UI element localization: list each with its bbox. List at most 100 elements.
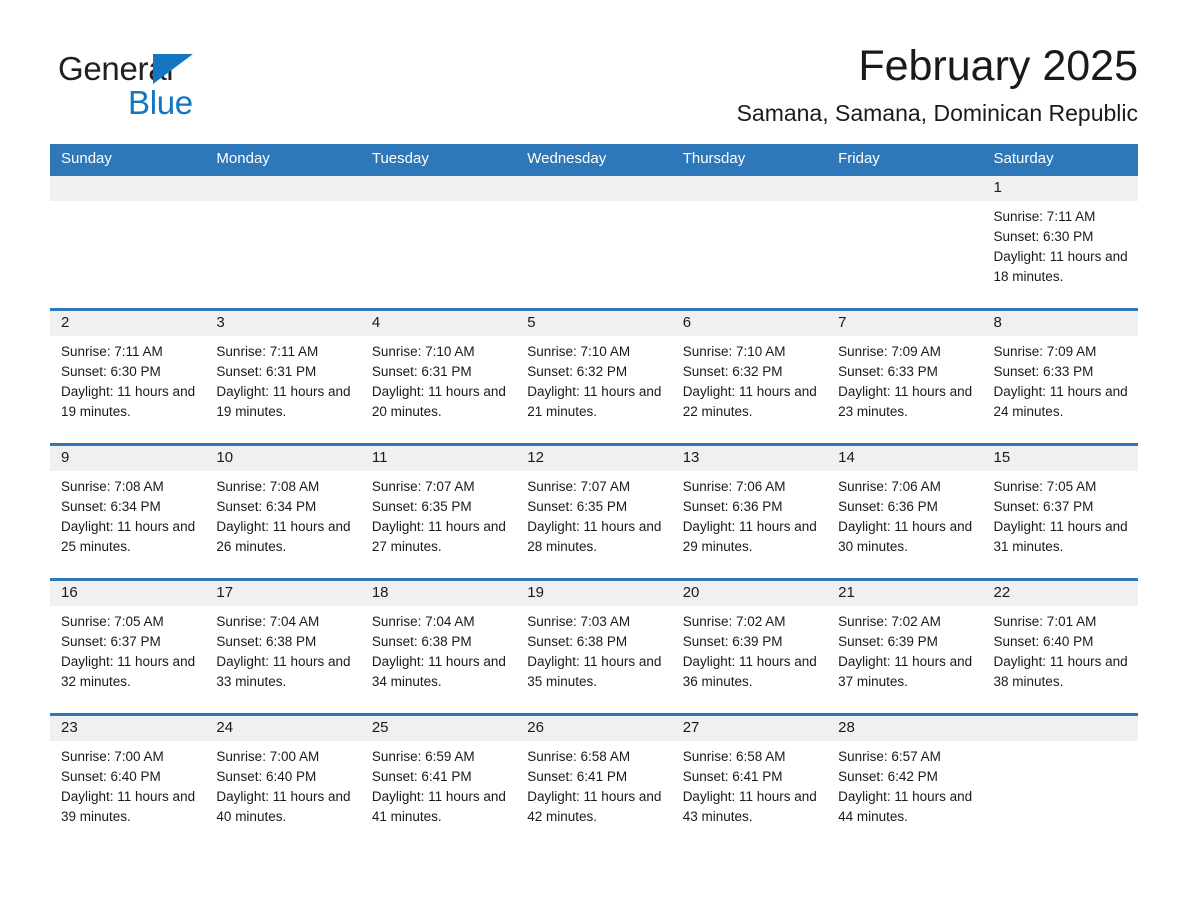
calendar-day-cell[interactable]: 18 Sunrise: 7:04 AM Sunset: 6:38 PM Dayligh… (360, 579, 517, 716)
day-cell: 16 Sunrise: 7:05 AM Sunset: 6:37 PM Dayligh… (50, 580, 206, 713)
weekday-header-tuesday: Tuesday (360, 144, 517, 176)
day-number: 10 (205, 445, 361, 471)
calendar-day-cell[interactable]: 11 Sunrise: 7:07 AM Sunset: 6:35 PM Dayligh… (360, 444, 517, 581)
day-number (360, 175, 517, 201)
day-sun-info: Sunrise: 6:57 AM Sunset: 6:42 PM Daylight:… (827, 741, 982, 827)
sunset-text: Sunset: 6:35 PM (527, 499, 628, 515)
sunset-text: Sunset: 6:31 PM (371, 364, 472, 380)
sunset-text: Sunset: 6:38 PM (371, 634, 472, 650)
calendar-day-cell[interactable]: 26 Sunrise: 6:58 AM Sunset: 6:41 PM Dayligh… (516, 714, 672, 848)
day-sun-info: Sunrise: 7:08 AM Sunset: 6:34 PM Daylight:… (50, 471, 205, 557)
sunrise-text: Sunrise: 6:59 AM (371, 748, 475, 764)
sunrise-text: Sunrise: 7:06 AM (682, 478, 786, 494)
page-header: General Blue February 2025 Samana, Saman… (50, 0, 1138, 126)
sunrise-text: Sunrise: 7:08 AM (61, 478, 164, 494)
sunrise-text: Sunrise: 7:07 AM (371, 478, 475, 494)
calendar-day-cell[interactable]: 3 Sunrise: 7:11 AM Sunset: 6:31 PM Daylight… (205, 309, 361, 446)
day-cell: 15 Sunrise: 7:05 AM Sunset: 6:37 PM Dayligh… (982, 445, 1138, 578)
calendar-day-cell[interactable]: 27 Sunrise: 6:58 AM Sunset: 6:41 PM Dayligh… (671, 714, 828, 848)
sunrise-text: Sunrise: 7:00 AM (216, 748, 320, 764)
calendar-day-cell[interactable]: 25 Sunrise: 6:59 AM Sunset: 6:41 PM Dayligh… (360, 714, 517, 848)
day-number (205, 175, 361, 201)
day-cell: 24 Sunrise: 7:00 AM Sunset: 6:40 PM Dayligh… (205, 715, 361, 848)
calendar-day-cell (516, 175, 672, 311)
sunrise-sunset-calendar: Sunday Monday Tuesday Wednesday Thursday… (50, 144, 1138, 848)
day-number (50, 175, 206, 201)
calendar-day-cell[interactable]: 13 Sunrise: 7:06 AM Sunset: 6:36 PM Dayligh… (671, 444, 828, 581)
calendar-day-cell[interactable]: 23 Sunrise: 7:00 AM Sunset: 6:40 PM Dayligh… (50, 714, 206, 848)
day-cell: 21 Sunrise: 7:02 AM Sunset: 6:39 PM Dayligh… (827, 580, 983, 713)
day-cell: 20 Sunrise: 7:02 AM Sunset: 6:39 PM Dayligh… (671, 580, 828, 713)
sunrise-text: Sunrise: 7:11 AM (993, 208, 1096, 224)
day-number: 14 (827, 445, 983, 471)
sunset-text: Sunset: 6:33 PM (838, 364, 938, 380)
calendar-day-cell[interactable]: 4 Sunrise: 7:10 AM Sunset: 6:31 PM Daylight… (360, 309, 517, 446)
sunset-text: Sunset: 6:32 PM (682, 364, 783, 380)
calendar-day-cell[interactable]: 10 Sunrise: 7:08 AM Sunset: 6:34 PM Dayligh… (205, 444, 361, 581)
calendar-day-cell[interactable]: 20 Sunrise: 7:02 AM Sunset: 6:39 PM Dayligh… (671, 579, 828, 716)
calendar-day-cell[interactable]: 6 Sunrise: 7:10 AM Sunset: 6:32 PM Daylight… (671, 309, 828, 446)
weekday-header-monday: Monday (205, 144, 361, 176)
day-number: 7 (827, 310, 983, 336)
daylight-text: Daylight: 11 hours and 36 minutes. (682, 654, 817, 690)
calendar-day-cell[interactable]: 16 Sunrise: 7:05 AM Sunset: 6:37 PM Dayligh… (50, 579, 206, 716)
day-sun-info: Sunrise: 6:58 AM Sunset: 6:41 PM Daylight:… (516, 741, 671, 827)
sunset-text: Sunset: 6:40 PM (993, 634, 1094, 650)
day-cell-empty (827, 175, 983, 308)
sunset-text: Sunset: 6:36 PM (838, 499, 938, 515)
day-number: 18 (360, 580, 517, 606)
sunset-text: Sunset: 6:30 PM (61, 364, 161, 380)
sunset-text: Sunset: 6:38 PM (527, 634, 628, 650)
calendar-day-cell[interactable]: 28 Sunrise: 6:57 AM Sunset: 6:42 PM Dayligh… (827, 714, 983, 848)
calendar-day-cell[interactable]: 5 Sunrise: 7:10 AM Sunset: 6:32 PM Daylight… (516, 309, 672, 446)
calendar-day-cell[interactable]: 21 Sunrise: 7:02 AM Sunset: 6:39 PM Dayligh… (827, 579, 983, 716)
calendar-day-cell[interactable]: 24 Sunrise: 7:00 AM Sunset: 6:40 PM Dayligh… (205, 714, 361, 848)
day-cell: 2 Sunrise: 7:11 AM Sunset: 6:30 PM Daylight… (50, 310, 206, 443)
calendar-day-cell[interactable]: 2 Sunrise: 7:11 AM Sunset: 6:30 PM Daylight… (50, 309, 206, 446)
day-sun-info: Sunrise: 7:08 AM Sunset: 6:34 PM Daylight:… (205, 471, 360, 557)
daylight-text: Daylight: 11 hours and 31 minutes. (993, 519, 1128, 555)
generalblue-logo: General Blue (50, 42, 280, 121)
day-cell-empty (516, 175, 672, 308)
sunrise-text: Sunrise: 7:05 AM (993, 478, 1097, 494)
day-cell: 5 Sunrise: 7:10 AM Sunset: 6:32 PM Daylight… (516, 310, 672, 443)
calendar-day-cell[interactable]: 22 Sunrise: 7:01 AM Sunset: 6:40 PM Dayligh… (982, 579, 1138, 716)
calendar-day-cell[interactable]: 19 Sunrise: 7:03 AM Sunset: 6:38 PM Dayligh… (516, 579, 672, 716)
daylight-text: Daylight: 11 hours and 33 minutes. (216, 654, 351, 690)
day-number: 26 (516, 715, 672, 741)
day-cell: 6 Sunrise: 7:10 AM Sunset: 6:32 PM Daylight… (671, 310, 828, 443)
day-cell: 13 Sunrise: 7:06 AM Sunset: 6:36 PM Dayligh… (671, 445, 828, 578)
sunrise-text: Sunrise: 7:01 AM (993, 613, 1097, 629)
daylight-text: Daylight: 11 hours and 21 minutes. (527, 384, 662, 420)
calendar-day-cell[interactable]: 12 Sunrise: 7:07 AM Sunset: 6:35 PM Dayligh… (516, 444, 672, 581)
sunrise-text: Sunrise: 7:00 AM (61, 748, 164, 764)
calendar-day-cell[interactable]: 15 Sunrise: 7:05 AM Sunset: 6:37 PM Dayligh… (982, 444, 1138, 581)
sunrise-text: Sunrise: 7:07 AM (527, 478, 631, 494)
day-sun-info: Sunrise: 7:07 AM Sunset: 6:35 PM Daylight:… (516, 471, 671, 557)
sunset-text: Sunset: 6:40 PM (61, 769, 161, 785)
calendar-day-cell[interactable]: 14 Sunrise: 7:06 AM Sunset: 6:36 PM Dayligh… (827, 444, 983, 581)
daylight-text: Daylight: 11 hours and 23 minutes. (838, 384, 973, 420)
calendar-day-cell[interactable]: 17 Sunrise: 7:04 AM Sunset: 6:38 PM Dayligh… (205, 579, 361, 716)
day-cell: 25 Sunrise: 6:59 AM Sunset: 6:41 PM Dayligh… (360, 715, 517, 848)
day-number: 13 (671, 445, 828, 471)
sunset-text: Sunset: 6:34 PM (216, 499, 317, 515)
day-number: 22 (982, 580, 1138, 606)
calendar-day-cell[interactable]: 8 Sunrise: 7:09 AM Sunset: 6:33 PM Daylight… (982, 309, 1138, 446)
day-sun-info: Sunrise: 7:05 AM Sunset: 6:37 PM Daylight:… (983, 471, 1138, 557)
calendar-day-cell[interactable]: 1 Sunrise: 7:11 AM Sunset: 6:30 PM Daylight… (982, 175, 1138, 311)
day-cell: 22 Sunrise: 7:01 AM Sunset: 6:40 PM Dayligh… (982, 580, 1138, 713)
calendar-day-cell[interactable]: 7 Sunrise: 7:09 AM Sunset: 6:33 PM Daylight… (827, 309, 983, 446)
day-cell: 17 Sunrise: 7:04 AM Sunset: 6:38 PM Dayligh… (205, 580, 361, 713)
sunrise-text: Sunrise: 7:08 AM (216, 478, 320, 494)
calendar-week-row: 2 Sunrise: 7:11 AM Sunset: 6:30 PM Daylight… (50, 309, 1138, 446)
logo-text-blue: Blue (128, 84, 193, 121)
daylight-text: Daylight: 11 hours and 41 minutes. (371, 789, 506, 825)
calendar-day-cell (360, 175, 517, 311)
calendar-day-cell[interactable]: 9 Sunrise: 7:08 AM Sunset: 6:34 PM Daylight… (50, 444, 206, 581)
day-sun-info: Sunrise: 6:58 AM Sunset: 6:41 PM Daylight:… (672, 741, 827, 827)
daylight-text: Daylight: 11 hours and 32 minutes. (61, 654, 196, 690)
page-title: February 2025 (858, 42, 1138, 90)
day-number: 9 (50, 445, 206, 471)
day-cell: 23 Sunrise: 7:00 AM Sunset: 6:40 PM Dayligh… (50, 715, 206, 848)
